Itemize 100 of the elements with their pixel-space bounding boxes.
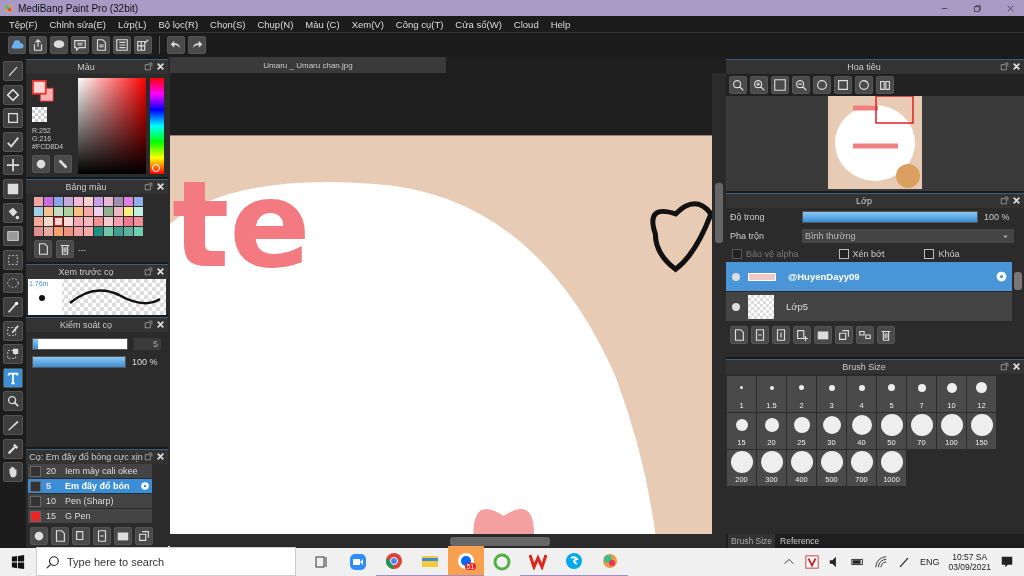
picker-icon[interactable] xyxy=(54,155,72,173)
menu-item[interactable]: Cloud xyxy=(507,18,545,30)
color-swatch[interactable] xyxy=(114,217,123,226)
menu-item[interactable]: Công cụ(T) xyxy=(389,18,450,30)
color-swatch-pair-icon[interactable] xyxy=(32,80,54,102)
brush-list-item[interactable]: 10 Pen (Sharp) xyxy=(28,494,152,508)
speech-bubble-icon[interactable] xyxy=(50,36,68,54)
brush-size-value[interactable]: 5 xyxy=(134,338,161,350)
blend-mode-dropdown[interactable]: Bình thường xyxy=(802,229,1014,243)
new-page-icon[interactable] xyxy=(34,240,52,258)
color-swatch[interactable] xyxy=(54,227,63,236)
color-swatch[interactable] xyxy=(124,227,133,236)
zoom-in-icon[interactable] xyxy=(750,76,768,94)
color-swatch[interactable] xyxy=(64,227,73,236)
redo-icon[interactable] xyxy=(188,36,206,54)
duplicate-icon[interactable] xyxy=(835,326,853,344)
layer-opacity-slider[interactable] xyxy=(802,211,978,223)
trash-icon[interactable] xyxy=(56,240,74,258)
list-icon[interactable] xyxy=(113,36,131,54)
folder-icon[interactable] xyxy=(814,326,832,344)
color-swatch[interactable] xyxy=(124,197,133,206)
color-wheel-icon[interactable] xyxy=(601,551,619,570)
color-swatch[interactable] xyxy=(104,207,113,216)
wifi-icon[interactable] xyxy=(873,554,888,569)
clock[interactable]: 10:57 SA 03/09/2021 xyxy=(948,551,991,572)
new-page-icon[interactable] xyxy=(51,527,69,545)
color-swatch[interactable] xyxy=(114,197,123,206)
new-layer-1bit-icon[interactable] xyxy=(772,326,790,344)
color-swatch[interactable] xyxy=(74,227,83,236)
tool-button[interactable] xyxy=(3,367,23,388)
ring-icon[interactable] xyxy=(493,552,511,571)
scrollbar-thumb[interactable] xyxy=(1014,272,1022,290)
menu-item[interactable]: Chọn(S) xyxy=(204,18,252,30)
color-swatch[interactable] xyxy=(104,197,113,206)
tool-button[interactable] xyxy=(3,202,23,223)
float-window-icon[interactable] xyxy=(144,182,153,191)
color-swatch[interactable] xyxy=(74,197,83,206)
color-swatch[interactable] xyxy=(44,227,53,236)
tool-button[interactable] xyxy=(3,462,23,483)
flip-icon[interactable] xyxy=(876,76,894,94)
copy-menu-icon[interactable] xyxy=(72,527,90,545)
brush-list-item[interactable]: 20 Iem mày cali okee xyxy=(28,464,152,478)
undo-icon[interactable] xyxy=(167,36,185,54)
color-swatch[interactable] xyxy=(84,227,93,236)
tool-button[interactable] xyxy=(3,344,23,365)
cloud-upload-icon[interactable] xyxy=(30,527,48,545)
float-window-icon[interactable] xyxy=(1000,362,1009,371)
tool-button[interactable] xyxy=(3,226,23,247)
layer-row[interactable]: Lớp5 xyxy=(726,292,1012,322)
color-swatch[interactable] xyxy=(104,217,113,226)
color-swatch[interactable] xyxy=(54,217,63,226)
new-layer-8bit-icon[interactable] xyxy=(751,326,769,344)
color-swatch[interactable] xyxy=(54,197,63,206)
video-camera-icon[interactable] xyxy=(349,552,367,571)
color-swatch[interactable] xyxy=(84,217,93,226)
color-swatch[interactable] xyxy=(34,197,43,206)
float-window-icon[interactable] xyxy=(1000,62,1009,71)
settings-icon[interactable] xyxy=(995,270,1008,283)
float-window-icon[interactable] xyxy=(144,267,153,276)
folder-icon[interactable] xyxy=(114,527,132,545)
tool-button[interactable] xyxy=(3,438,23,459)
menu-item[interactable]: Lớp(L) xyxy=(112,18,153,30)
menu-item[interactable]: Cửa sổ(W) xyxy=(449,18,508,30)
document-icon[interactable] xyxy=(93,527,111,545)
search-field[interactable]: Type here to search xyxy=(36,547,296,576)
document-icon[interactable] xyxy=(92,36,110,54)
color-swatch[interactable] xyxy=(64,197,73,206)
rotate-right-icon[interactable] xyxy=(855,76,873,94)
menu-item[interactable]: Màu (C) xyxy=(299,18,346,30)
color-swatch[interactable] xyxy=(44,217,53,226)
palette-icon[interactable] xyxy=(32,155,50,173)
hue-slider[interactable] xyxy=(150,78,164,174)
color-swatch[interactable] xyxy=(54,207,63,216)
share-icon[interactable] xyxy=(29,36,47,54)
chat-bubble-icon[interactable] xyxy=(457,551,475,570)
color-swatch[interactable] xyxy=(134,207,143,216)
v-logo-icon[interactable] xyxy=(804,554,819,569)
color-swatch[interactable] xyxy=(74,217,83,226)
merge-icon[interactable] xyxy=(856,326,874,344)
menu-item[interactable]: Bộ lọc(R) xyxy=(152,18,205,30)
color-swatch[interactable] xyxy=(44,207,53,216)
color-swatch[interactable] xyxy=(84,197,93,206)
tool-button[interactable] xyxy=(3,84,23,105)
tool-button[interactable] xyxy=(3,320,23,341)
menu-item[interactable]: Chỉnh sửa(E) xyxy=(43,18,113,30)
browser-icon[interactable] xyxy=(385,551,403,570)
brush-list-item[interactable]: 15 G Pen xyxy=(28,509,152,523)
color-swatch[interactable] xyxy=(34,217,43,226)
layer-option-checkbox[interactable]: Xén bớt xyxy=(838,249,885,259)
color-swatch[interactable] xyxy=(94,207,103,216)
tool-button[interactable] xyxy=(3,414,23,435)
tool-button[interactable] xyxy=(3,131,23,152)
float-window-icon[interactable] xyxy=(144,320,153,329)
trash-icon[interactable] xyxy=(877,326,895,344)
color-swatch[interactable] xyxy=(64,217,73,226)
tool-button[interactable] xyxy=(3,391,23,412)
new-layer-icon[interactable] xyxy=(730,326,748,344)
tool-button[interactable] xyxy=(3,155,23,176)
cloud-icon[interactable] xyxy=(8,36,26,54)
color-swatch[interactable] xyxy=(44,197,53,206)
